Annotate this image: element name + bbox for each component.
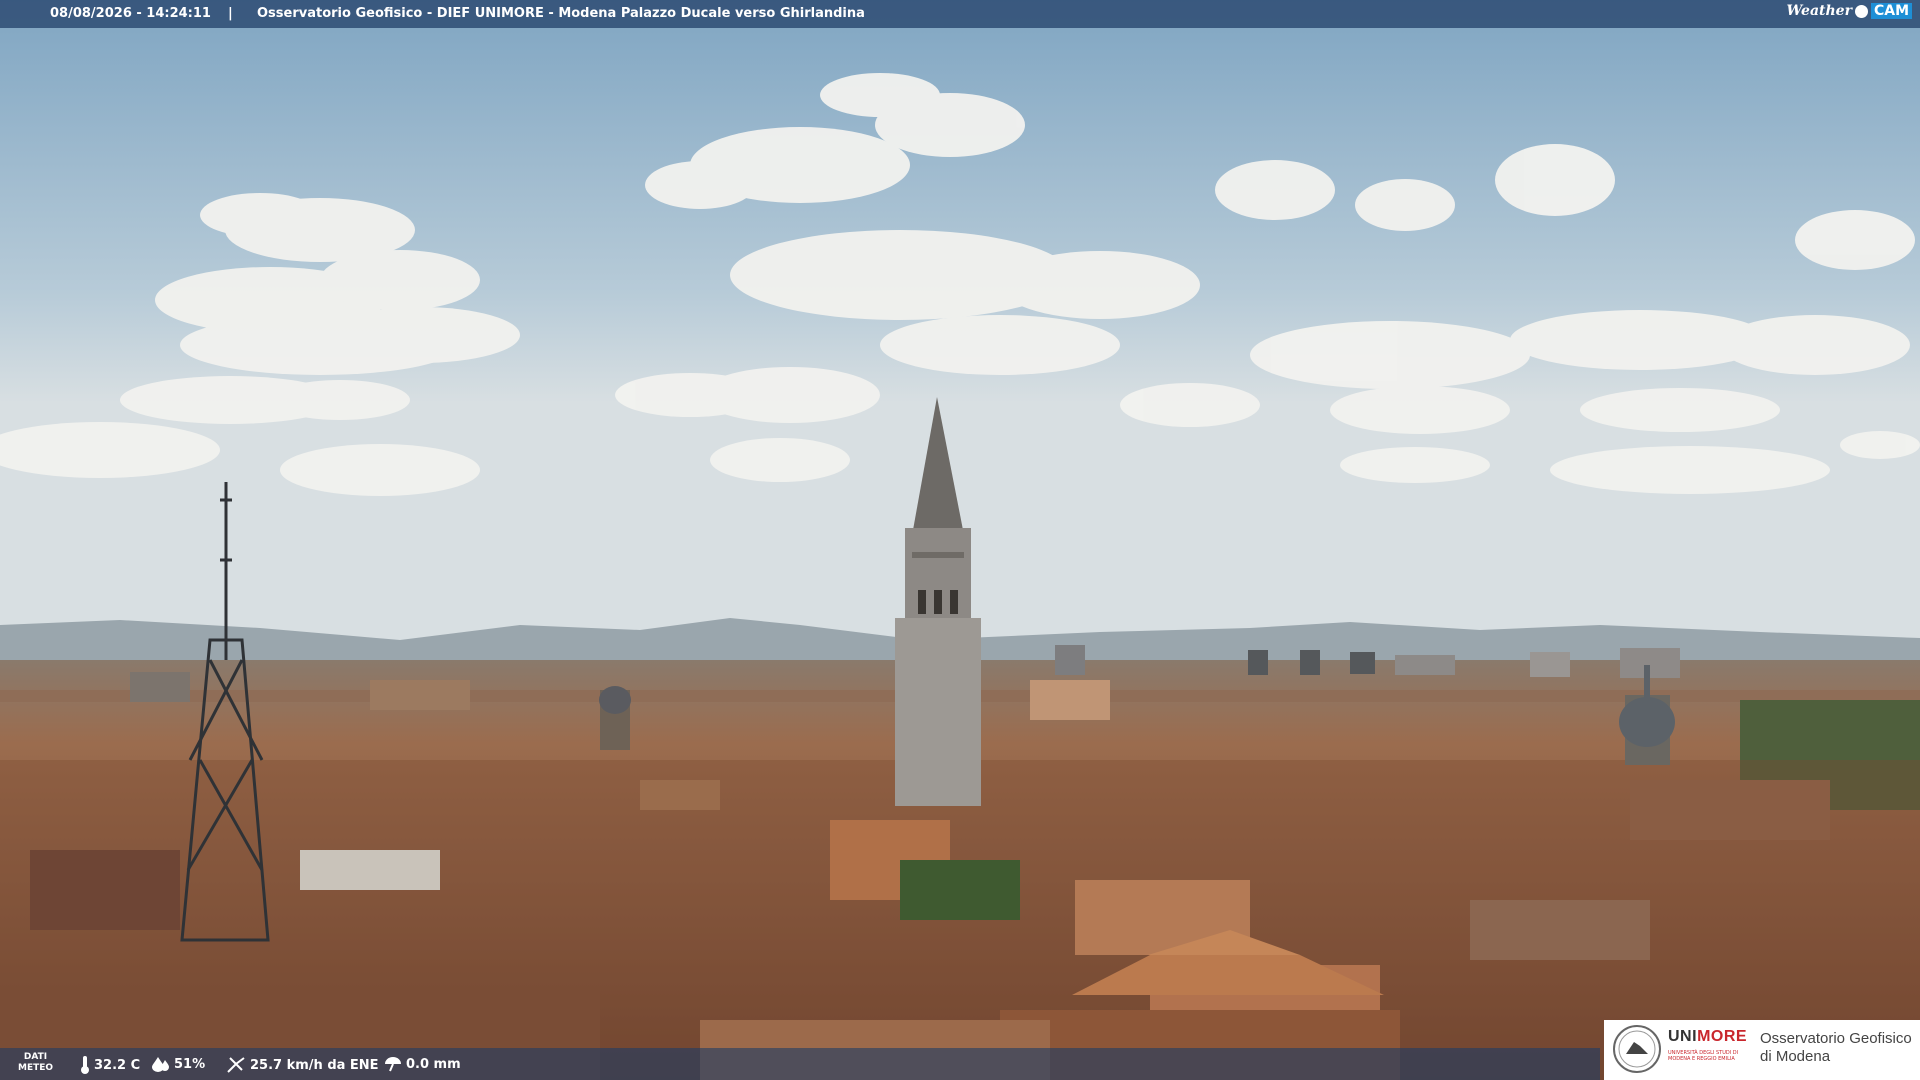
title-separator: | [228,6,233,21]
humidity-value: 51% [174,1056,206,1072]
camera-title: Osservatorio Geofisico - DIEF UNIMORE - … [257,6,865,21]
rain-reading: 0.0 mm [384,1056,461,1072]
temperature-reading: 32.2 C [80,1056,140,1074]
thermometer-icon [81,1056,89,1074]
rain-value: 0.0 mm [406,1056,461,1072]
humidity-reading: 51% [152,1056,205,1072]
unimore-wordmark: UNIMORE [1668,1028,1748,1045]
humidity-drop-icon [152,1057,169,1072]
weathercam-dot-icon [1854,4,1868,18]
small-dome-left [599,686,631,750]
wind-value: 25.7 km/h da ENE [250,1057,379,1073]
brand-weather: Weather [1786,3,1852,19]
unimore-seal-icon [1613,1025,1661,1073]
timestamp: 08/08/2026 - 14:24:11 [50,6,211,21]
weathercam-logo: Weather CAM [1786,3,1912,19]
observatory-name: Osservatorio Geofisico di Modena [1760,1030,1912,1065]
webcam-photo [0,0,1920,1080]
unimore-logo: UNIMORE UNIVERSITÀ DEGLI STUDI DI MODENA… [1604,1020,1920,1080]
weather-data-bar: DATI METEO 32.2 C 51% 25.7 km/h da ENE 0… [0,1048,1600,1080]
brand-cam: CAM [1870,3,1912,19]
weather-label: DATI METEO [18,1052,54,1073]
overlay-top-bar: 08/08/2026 - 14:24:11 | Osservatorio Geo… [0,0,1920,28]
wind-icon [227,1057,245,1073]
unimore-subtitle: UNIVERSITÀ DEGLI STUDI DI MODENA E REGGI… [1668,1050,1739,1062]
wind-reading: 25.7 km/h da ENE [226,1056,379,1074]
rain-gauge-icon [385,1057,401,1072]
temperature-value: 32.2 C [94,1057,141,1073]
